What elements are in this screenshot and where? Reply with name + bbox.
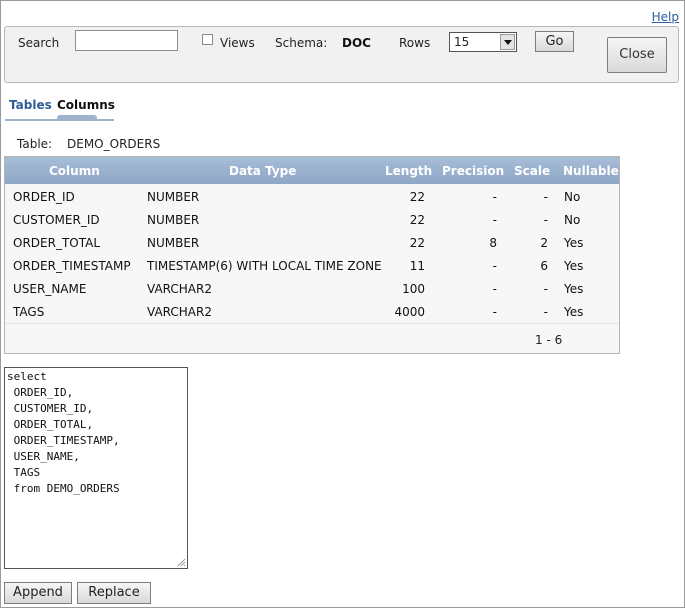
cell-nullable: No <box>564 213 581 227</box>
cell-column: ORDER_TIMESTAMP <box>13 259 131 273</box>
tab-columns[interactable]: Columns <box>57 98 115 112</box>
header-length[interactable]: Length <box>385 164 432 178</box>
table-caption: Table: DEMO_ORDERS <box>17 137 160 151</box>
cell-precision: 8 <box>489 236 497 250</box>
resize-grip-icon[interactable] <box>176 557 186 567</box>
cell-precision: - <box>492 305 497 319</box>
cell-data-type: NUMBER <box>147 213 200 227</box>
search-label: Search <box>18 36 60 50</box>
cell-length: 100 <box>402 282 425 296</box>
close-button[interactable]: Close <box>607 37 667 73</box>
cell-length: 22 <box>409 190 425 204</box>
cell-column: CUSTOMER_ID <box>13 213 100 227</box>
header-nullable[interactable]: Nullable <box>563 164 619 178</box>
search-toolbar: Search Views Schema: DOC Rows 15 Go Clos… <box>4 26 679 83</box>
table-row[interactable]: CUSTOMER_ID NUMBER 22 - - No <box>5 208 619 232</box>
cell-nullable: Yes <box>564 236 584 250</box>
cell-length: 11 <box>409 259 425 273</box>
cell-precision: - <box>492 259 497 273</box>
schema-label: Schema: <box>275 36 328 50</box>
cell-data-type: NUMBER <box>147 190 200 204</box>
sql-editor[interactable]: select ORDER_ID, CUSTOMER_ID, ORDER_TOTA… <box>4 367 188 569</box>
cell-column: ORDER_TOTAL <box>13 236 101 250</box>
table-row[interactable]: ORDER_TOTAL NUMBER 22 8 2 Yes <box>5 231 619 255</box>
cell-length: 4000 <box>394 305 425 319</box>
replace-button[interactable]: Replace <box>77 582 151 604</box>
header-scale[interactable]: Scale <box>514 164 550 178</box>
rows-select-value: 15 <box>454 35 470 49</box>
cell-data-type: VARCHAR2 <box>147 305 212 319</box>
cell-data-type: VARCHAR2 <box>147 282 212 296</box>
cell-precision: - <box>492 190 497 204</box>
cell-length: 22 <box>409 236 425 250</box>
header-data-type[interactable]: Data Type <box>229 164 296 178</box>
columns-grid: Column Data Type Length Precision Scale … <box>4 156 620 354</box>
dialog-frame: Help Search Views Schema: DOC Rows 15 Go… <box>0 0 685 608</box>
cell-precision: - <box>492 213 497 227</box>
grid-header: Column Data Type Length Precision Scale … <box>5 157 619 184</box>
tab-underline <box>5 119 114 121</box>
cell-nullable: Yes <box>564 305 584 319</box>
cell-scale: 6 <box>540 259 548 273</box>
cell-nullable: Yes <box>564 259 584 273</box>
cell-precision: - <box>492 282 497 296</box>
cell-data-type: TIMESTAMP(6) WITH LOCAL TIME ZONE <box>147 259 382 273</box>
cell-scale: - <box>543 305 548 319</box>
cell-nullable: No <box>564 190 581 204</box>
cell-column: ORDER_ID <box>13 190 75 204</box>
table-row[interactable]: TAGS VARCHAR2 4000 - - Yes <box>5 300 619 324</box>
views-checkbox[interactable] <box>202 34 213 45</box>
cell-length: 22 <box>409 213 425 227</box>
table-name: DEMO_ORDERS <box>67 137 161 151</box>
pagination-range: 1 - 6 <box>535 333 563 347</box>
cell-data-type: NUMBER <box>147 236 200 250</box>
table-label: Table: <box>17 137 53 151</box>
chevron-down-icon[interactable] <box>500 34 515 50</box>
go-button[interactable]: Go <box>535 31 574 52</box>
cell-scale: - <box>543 282 548 296</box>
append-button[interactable]: Append <box>4 582 72 604</box>
table-row[interactable]: ORDER_TIMESTAMP TIMESTAMP(6) WITH LOCAL … <box>5 254 619 278</box>
cell-column: USER_NAME <box>13 282 87 296</box>
tab-bar: Tables Columns <box>5 98 115 123</box>
table-row[interactable]: USER_NAME VARCHAR2 100 - - Yes <box>5 277 619 301</box>
schema-value: DOC <box>342 36 371 50</box>
cell-scale: 2 <box>540 236 548 250</box>
cell-scale: - <box>543 190 548 204</box>
rows-label: Rows <box>399 36 431 50</box>
search-input[interactable] <box>75 30 178 51</box>
cell-scale: - <box>543 213 548 227</box>
views-label: Views <box>220 36 255 50</box>
rows-select[interactable]: 15 <box>449 32 517 52</box>
header-column[interactable]: Column <box>49 164 100 178</box>
table-row[interactable]: ORDER_ID NUMBER 22 - - No <box>5 185 619 209</box>
tab-tables[interactable]: Tables <box>9 98 52 112</box>
cell-column: TAGS <box>13 305 45 319</box>
help-link[interactable]: Help <box>652 10 679 24</box>
header-precision[interactable]: Precision <box>442 164 504 178</box>
cell-nullable: Yes <box>564 282 584 296</box>
